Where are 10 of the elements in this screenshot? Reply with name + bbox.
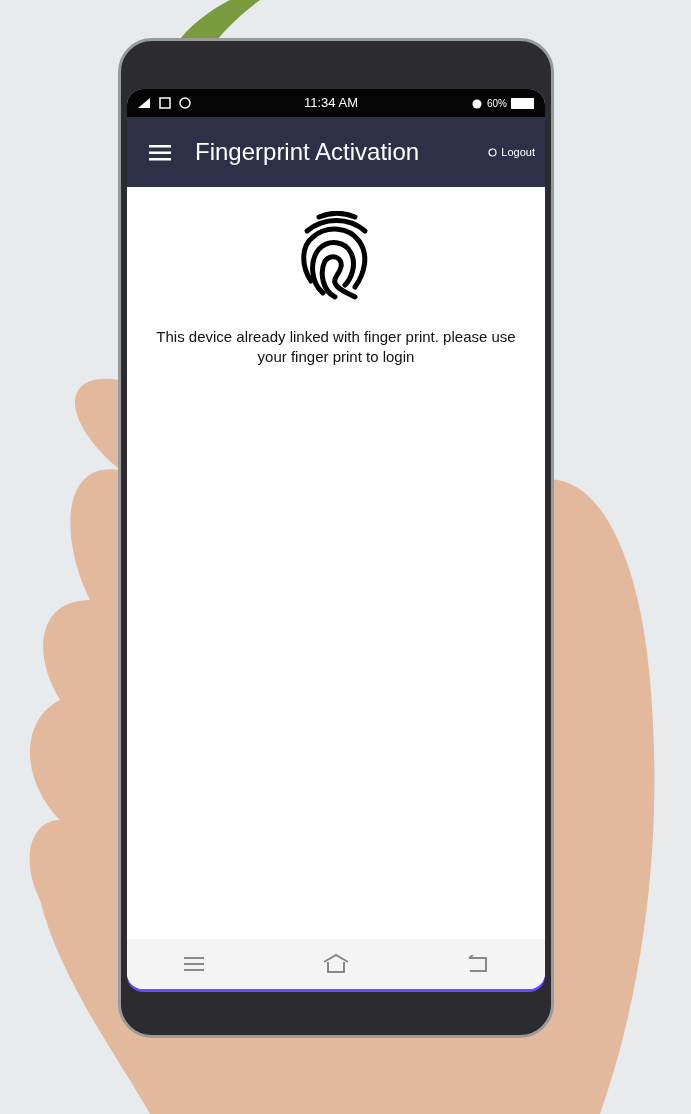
- logout-button[interactable]: Logout: [488, 143, 535, 161]
- battery-percent: 60%: [486, 96, 507, 111]
- message-text: This device already linked with finger print. please use your finger print to login: [155, 327, 517, 368]
- screen-title: Fingerprint Activation: [195, 137, 421, 167]
- signal-icon: [137, 97, 151, 109]
- power-icon: [488, 147, 498, 157]
- recent-apps-icon[interactable]: [184, 956, 207, 972]
- status-time: 11:34 AM: [304, 94, 358, 113]
- battery-icon: [511, 97, 535, 109]
- home-icon[interactable]: [321, 953, 351, 975]
